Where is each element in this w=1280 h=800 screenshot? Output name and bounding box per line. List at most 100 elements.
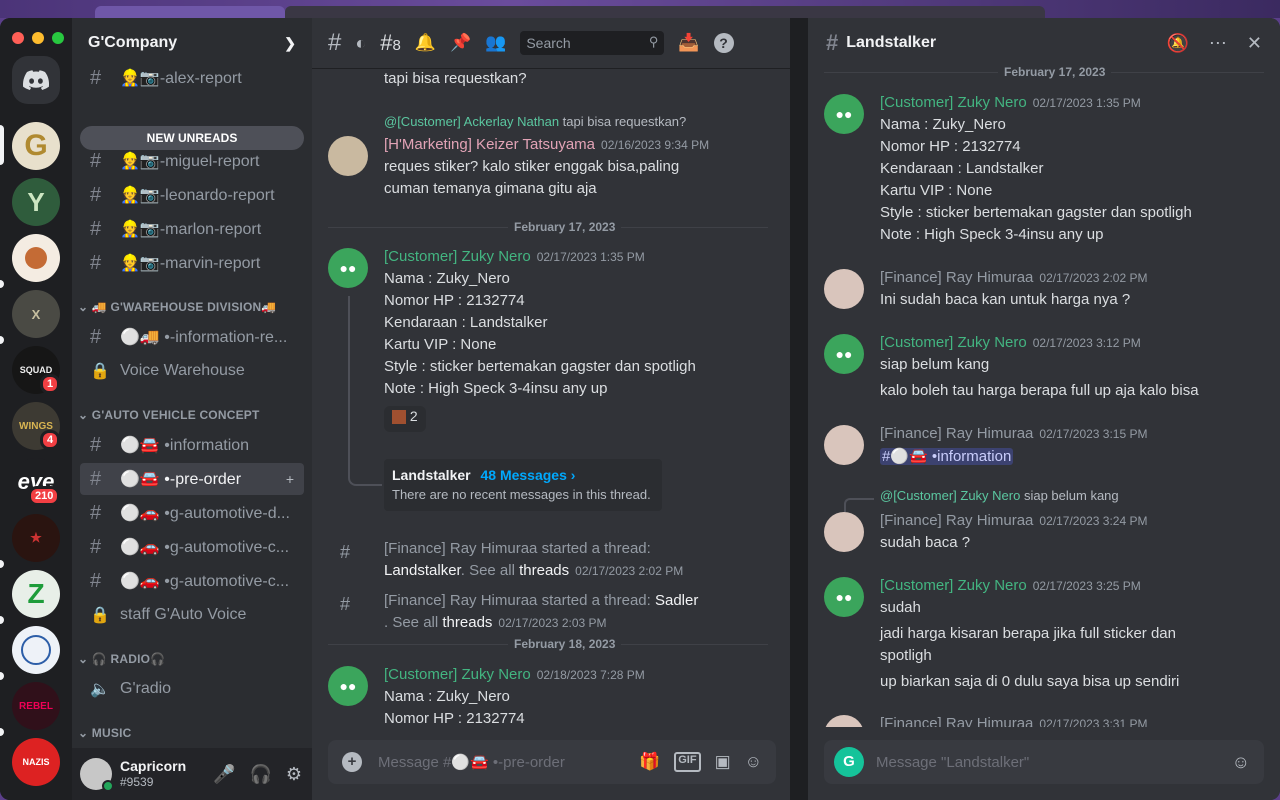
server-icon-4[interactable]: X <box>12 290 60 338</box>
more-options-icon[interactable]: ⋯ <box>1209 33 1227 54</box>
channel-voice-warehouse[interactable]: 🔒 Voice Warehouse <box>80 355 304 387</box>
add-attachment-icon[interactable]: + <box>342 752 362 772</box>
channel-miguel-report[interactable]: # 👷📷-miguel-report <box>80 145 304 177</box>
gift-icon[interactable]: 🎁 <box>639 752 660 772</box>
reaction-button[interactable]: 2 <box>384 406 426 432</box>
discord-avatar-icon[interactable]: ●● <box>824 577 864 617</box>
headphones-icon[interactable]: 🎧 <box>249 764 271 785</box>
avatar[interactable] <box>824 715 864 727</box>
discord-avatar-icon[interactable]: ●● <box>328 248 368 288</box>
category-radio[interactable]: ⌄ 🎧 RADIO🎧 <box>78 652 165 666</box>
message-author[interactable]: [Customer] Zuky Nero 02/18/2023 7:28 PM <box>384 666 645 683</box>
server-header[interactable]: G'Company ❯ <box>72 18 312 68</box>
channel-marvin-report[interactable]: # 👷📷-marvin-report <box>80 247 304 279</box>
gif-icon[interactable]: GIF <box>674 752 701 772</box>
add-member-icon[interactable]: + <box>286 471 294 487</box>
category-music[interactable]: ⌄ MUSIC <box>78 726 131 740</box>
author-name[interactable]: [Finance] Ray Himuraa <box>384 540 537 557</box>
sticker-icon[interactable]: ▣ <box>715 752 731 772</box>
channel-gradio[interactable]: 🔈 G'radio <box>80 673 304 705</box>
server-icon-12[interactable]: NAZIS <box>12 738 60 786</box>
message-author[interactable]: [Finance] Ray Himuraa 02/17/2023 3:31 PM <box>880 715 1148 727</box>
reaction-emoji-icon <box>392 410 406 425</box>
thread-link[interactable]: Sadler <box>655 592 698 609</box>
message-author[interactable]: [Finance] Ray Himuraa 02/17/2023 3:24 PM <box>880 512 1148 529</box>
message-author[interactable]: [H'Marketing] Keizer Tatsuyama 02/16/2023… <box>384 136 709 153</box>
mute-bell-icon[interactable]: 🔕 <box>1166 33 1188 54</box>
thread-preview-card[interactable]: Landstalker 48 Messages › There are no r… <box>384 459 662 511</box>
maximize-window-button[interactable] <box>52 32 64 44</box>
avatar[interactable] <box>328 136 368 176</box>
help-icon[interactable]: ? <box>713 33 734 53</box>
avatar[interactable] <box>824 512 864 552</box>
message-author[interactable]: [Finance] Ray Himuraa 02/17/2023 2:02 PM <box>880 269 1148 286</box>
bell-icon[interactable]: 🔔 <box>415 33 436 53</box>
message-composer[interactable]: + Message #⚪🚘 •-pre-order 🎁 GIF ▣ ☺ <box>328 740 776 784</box>
microphone-icon[interactable]: 🎤 <box>213 764 235 785</box>
date-divider: February 18, 2023 <box>328 637 768 651</box>
message-author[interactable]: [Customer] Zuky Nero 02/17/2023 3:25 PM <box>880 577 1141 594</box>
grammarly-icon[interactable]: G <box>834 747 864 777</box>
channel-marlon-report[interactable]: # 👷📷-marlon-report <box>80 213 304 245</box>
channel-information[interactable]: # ⚪🚘 •information <box>80 429 304 461</box>
search-input[interactable]: Search ⚲ <box>520 31 665 55</box>
server-icon-11[interactable]: REBEL <box>12 682 60 730</box>
reply-reference[interactable]: @[Customer] Ackerlay Nathan tapi bisa re… <box>384 114 686 129</box>
channel-label: ⚪🚚 •-information-re... <box>120 329 288 346</box>
message-author[interactable]: [Customer] Zuky Nero 02/17/2023 3:12 PM <box>880 334 1141 351</box>
discord-avatar-icon[interactable]: ●● <box>824 334 864 374</box>
avatar[interactable] <box>824 425 864 465</box>
channel-g-automotive-c1[interactable]: # ⚪🚗 •g-automotive-c... <box>80 531 304 563</box>
server-icon-10[interactable] <box>12 626 60 674</box>
channel-staff-voice[interactable]: 🔒 staff G'Auto Voice <box>80 599 304 631</box>
hash-icon: # <box>90 217 102 240</box>
emoji-icon[interactable]: ☺ <box>745 752 762 772</box>
thread-messages-link[interactable]: 48 Messages › <box>480 467 575 483</box>
category-warehouse[interactable]: ⌄ 🚚 G'WAREHOUSE DIVISION🚚 <box>78 300 277 314</box>
threads-link[interactable]: threads <box>442 614 492 631</box>
discord-home-icon[interactable] <box>12 56 60 104</box>
discord-avatar-icon[interactable]: ●● <box>328 666 368 706</box>
minimize-window-button[interactable] <box>32 32 44 44</box>
discord-avatar-icon[interactable]: ●● <box>824 94 864 134</box>
threads-link[interactable]: threads <box>519 562 569 579</box>
thread-composer[interactable]: G Message "Landstalker" ☺ <box>824 740 1264 784</box>
hash-icon: # <box>328 29 342 56</box>
channel-pre-order[interactable]: # ⚪🚘 •-pre-order + <box>80 463 304 495</box>
emoji-icon[interactable]: ☺ <box>1232 752 1250 773</box>
author-name[interactable]: [Finance] Ray Himuraa <box>384 592 537 609</box>
pin-icon[interactable]: 📌 <box>450 33 471 53</box>
server-icon-gcompany[interactable]: G <box>12 122 60 170</box>
channel-g-automotive-c2[interactable]: # ⚪🚗 •g-automotive-c... <box>80 565 304 597</box>
server-icon-z[interactable]: Z <box>12 570 60 618</box>
message-text: jadi harga kisaran berapa jika full stic… <box>880 625 1176 642</box>
reply-author: @[Customer] Ackerlay Nathan <box>384 114 560 129</box>
server-icon-y[interactable]: Y <box>12 178 60 226</box>
server-icon-3[interactable] <box>12 234 60 282</box>
lock-icon: 🔒 <box>90 607 110 624</box>
category-auto[interactable]: ⌄ G'AUTO VEHICLE CONCEPT <box>78 408 260 422</box>
members-icon[interactable]: 👥 <box>485 33 506 53</box>
message-author[interactable]: [Customer] Zuky Nero 02/17/2023 1:35 PM <box>880 94 1141 111</box>
channel-leonardo-report[interactable]: # 👷📷-leonardo-report <box>80 179 304 211</box>
close-window-button[interactable] <box>12 32 24 44</box>
channel-mention[interactable]: #⚪🚘 •information <box>880 448 1014 465</box>
channel-alex-report[interactable]: # 👷📷-alex-report <box>80 68 304 94</box>
message-author[interactable]: [Finance] Ray Himuraa 02/17/2023 3:15 PM <box>880 425 1148 442</box>
gear-icon[interactable]: ⚙ <box>286 764 302 785</box>
reply-reference[interactable]: @[Customer] Zuky Nero siap belum kang <box>880 488 1119 503</box>
channel-information-re[interactable]: # ⚪🚚 •-information-re... <box>80 321 304 353</box>
selected-server-pill <box>0 125 4 165</box>
thread-link[interactable]: Landstalker <box>384 562 461 579</box>
message-author[interactable]: [Customer] Zuky Nero 02/17/2023 1:35 PM <box>384 248 645 265</box>
server-icon-8[interactable]: ★ <box>12 514 60 562</box>
channel-g-automotive-d[interactable]: # ⚪🚗 •g-automotive-d... <box>80 497 304 529</box>
threads-icon[interactable]: #8 <box>380 30 401 56</box>
author-name: [Customer] Zuky Nero <box>880 94 1027 111</box>
avatar[interactable] <box>80 758 114 792</box>
inbox-icon[interactable]: 📥 <box>678 33 699 53</box>
close-icon[interactable]: ✕ <box>1247 33 1262 54</box>
moon-icon[interactable]: ◐ <box>355 33 366 54</box>
channel-label: ⚪🚗 •g-automotive-d... <box>120 505 290 522</box>
avatar[interactable] <box>824 269 864 309</box>
